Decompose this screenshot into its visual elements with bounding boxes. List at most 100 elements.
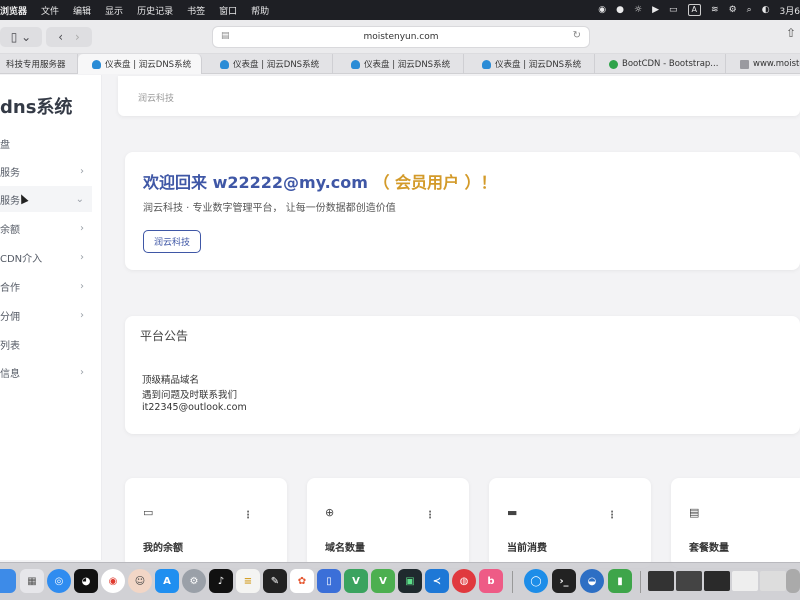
tiktok-icon[interactable]: ♪ (209, 569, 233, 593)
tab-2[interactable]: 仪表盘 | 润云DNS系统 (202, 54, 333, 74)
cloud-drive-icon[interactable]: ◒ (580, 569, 604, 593)
sidebar-toggle-button[interactable]: ▯ ⌄ (0, 27, 42, 47)
system-settings-icon[interactable]: ⚙ (182, 569, 206, 593)
package-icon: ▤ (689, 506, 700, 519)
tab-label: 仪表盘 | 润云DNS系统 (364, 60, 451, 70)
cloud-icon (92, 59, 101, 69)
share-icon[interactable]: ⇧ (786, 26, 800, 46)
notice-line: 遇到问题及时联系我们 (142, 390, 238, 401)
minimized-window[interactable] (704, 571, 730, 591)
netease-music-icon[interactable]: ◍ (452, 569, 476, 593)
menu-help[interactable]: 帮助 (251, 4, 269, 17)
menu-edit[interactable]: 编辑 (73, 4, 91, 17)
bilibili-icon[interactable]: b (479, 569, 503, 593)
url-text: moistenyun.com (363, 32, 439, 42)
photos-icon[interactable]: ✿ (290, 569, 314, 593)
sidebar-item-list[interactable]: 列表 (0, 331, 92, 357)
menu-history[interactable]: 历史记录 (137, 4, 173, 17)
menu-view[interactable]: 显示 (105, 4, 123, 17)
trash-icon[interactable] (786, 569, 800, 593)
stat-label: 我的余额 (143, 543, 183, 554)
input-method-indicator[interactable]: A (687, 4, 702, 16)
tab-0[interactable]: 科技专用服务器 (0, 54, 78, 74)
more-options-icon[interactable]: ⋮ (243, 510, 253, 521)
minimized-window[interactable] (760, 571, 786, 591)
sidebar-item-partner[interactable]: 合作 › (0, 273, 92, 299)
more-options-icon[interactable]: ⋮ (607, 510, 617, 521)
cast-icon[interactable]: ▭ (669, 5, 678, 15)
menu-bookmarks[interactable]: 书签 (187, 4, 205, 17)
menu-window[interactable]: 窗口 (219, 4, 237, 17)
app-store-icon[interactable]: A (155, 569, 179, 593)
more-options-icon[interactable]: ⋮ (425, 510, 435, 521)
page-info-icon[interactable]: ▤ (221, 31, 230, 41)
tab-label: 仪表盘 | 润云DNS系统 (495, 60, 582, 70)
credit-card-icon: ▬ (507, 506, 518, 519)
reload-icon[interactable]: ↻ (573, 30, 581, 41)
chart-app-icon[interactable]: ▮ (608, 569, 632, 593)
member-role: （ 会员用户 ）！ (373, 173, 497, 192)
search-icon[interactable]: ⌕ (747, 5, 752, 15)
welcome-title: 欢迎回来 w22222@my.com （ 会员用户 ）！ (143, 169, 497, 193)
menu-date[interactable]: 3月6 (780, 4, 800, 17)
notes-icon[interactable]: ≡ (236, 569, 260, 593)
address-bar[interactable]: ▤ moistenyun.com ↻ (212, 26, 590, 48)
menu-file[interactable]: 文件 (41, 4, 59, 17)
siri-icon[interactable]: ◐ (762, 5, 770, 15)
tab-4[interactable]: 仪表盘 | 润云DNS系统 (464, 54, 595, 74)
drawing-icon[interactable]: ✎ (263, 569, 287, 593)
tab-3[interactable]: 仪表盘 | 润云DNS系统 (333, 54, 464, 74)
wifi-icon[interactable]: ≋ (711, 5, 719, 15)
sidebar-item-service[interactable]: 服务 › (0, 158, 92, 184)
tab-1[interactable]: 仪表盘 | 润云DNS系统 (78, 54, 202, 74)
vim-icon[interactable]: V (371, 569, 395, 593)
chrome-icon[interactable]: ◉ (101, 569, 125, 593)
notice-card: 平台公告 顶级精品域名 遇到问题及时联系我们 it22345@outlook.c… (125, 316, 800, 434)
wallet-icon: ▭ (143, 506, 154, 519)
document-app-icon[interactable]: ▯ (317, 569, 341, 593)
notification-icon[interactable]: ● (616, 5, 624, 15)
sidebar-item-commission[interactable]: 分佣 › (0, 302, 92, 328)
forward-icon[interactable]: › (75, 30, 80, 44)
avatar-app-icon[interactable]: ☺ (128, 569, 152, 593)
sidebar-item-label: 服务 (0, 195, 20, 207)
app-sidebar: dns系统 盘 服务 › 服务 ⌄ 余额 › CDN介入 › 合作 › 分佣 ›… (0, 75, 102, 560)
finder-icon[interactable] (0, 569, 16, 593)
browser-icon[interactable]: ◯ (524, 569, 548, 593)
bootcdn-icon (609, 59, 618, 69)
company-button[interactable]: 润云科技 (143, 230, 201, 253)
sidebar-item-cdn[interactable]: CDN介入 › (0, 244, 92, 270)
breadcrumb-text[interactable]: 润云科技 (138, 91, 174, 104)
tab-bar: 科技专用服务器 仪表盘 | 润云DNS系统 仪表盘 | 润云DNS系统 仪表盘 … (0, 54, 800, 74)
nav-buttons: ‹ › (46, 27, 92, 47)
terminal-icon[interactable]: ›_ (552, 569, 576, 593)
sidebar-item-dashboard[interactable]: 盘 (0, 130, 92, 156)
editor-icon[interactable]: V (344, 569, 368, 593)
sidebar-item-label: 余额 (0, 224, 20, 236)
play-icon[interactable]: ▶ (652, 5, 659, 15)
back-icon[interactable]: ‹ (58, 30, 63, 44)
qq-icon[interactable]: ◕ (74, 569, 98, 593)
sidebar-item-service-2[interactable]: 服务 ⌄ (0, 186, 92, 212)
welcome-card: 欢迎回来 w22222@my.com （ 会员用户 ）！ 润云科技 · 专业数字… (125, 152, 800, 270)
tab-5[interactable]: BootCDN - Bootstrap... (595, 54, 726, 74)
record-icon[interactable]: ◉ (598, 5, 606, 15)
globe-icon: ⊕ (325, 506, 335, 519)
tab-label: 仪表盘 | 润云DNS系统 (233, 60, 320, 70)
notice-line: 顶级精品域名 (142, 375, 200, 386)
control-center-icon[interactable]: ⚙ (729, 5, 737, 15)
sidebar-item-label: 合作 (0, 282, 20, 294)
menu-app-name[interactable]: 浏览器 (0, 4, 27, 17)
macos-menubar: 浏览器 文件 编辑 显示 历史记录 书签 窗口 帮助 ◉ ● ☼ ▶ ▭ A ≋… (0, 0, 800, 20)
vscode-icon[interactable]: ≺ (425, 569, 449, 593)
sidebar-item-balance[interactable]: 余额 › (0, 215, 92, 241)
minimized-window[interactable] (732, 571, 758, 591)
minimized-window[interactable] (648, 571, 674, 591)
tab-6[interactable]: www.moiste (726, 54, 800, 74)
terminal-green-icon[interactable]: ▣ (398, 569, 422, 593)
brightness-icon[interactable]: ☼ (634, 5, 642, 15)
minimized-window[interactable] (676, 571, 702, 591)
safari-icon[interactable]: ◎ (47, 569, 71, 593)
launchpad-icon[interactable]: ▦ (20, 569, 44, 593)
sidebar-item-info[interactable]: 信息 › (0, 359, 92, 385)
